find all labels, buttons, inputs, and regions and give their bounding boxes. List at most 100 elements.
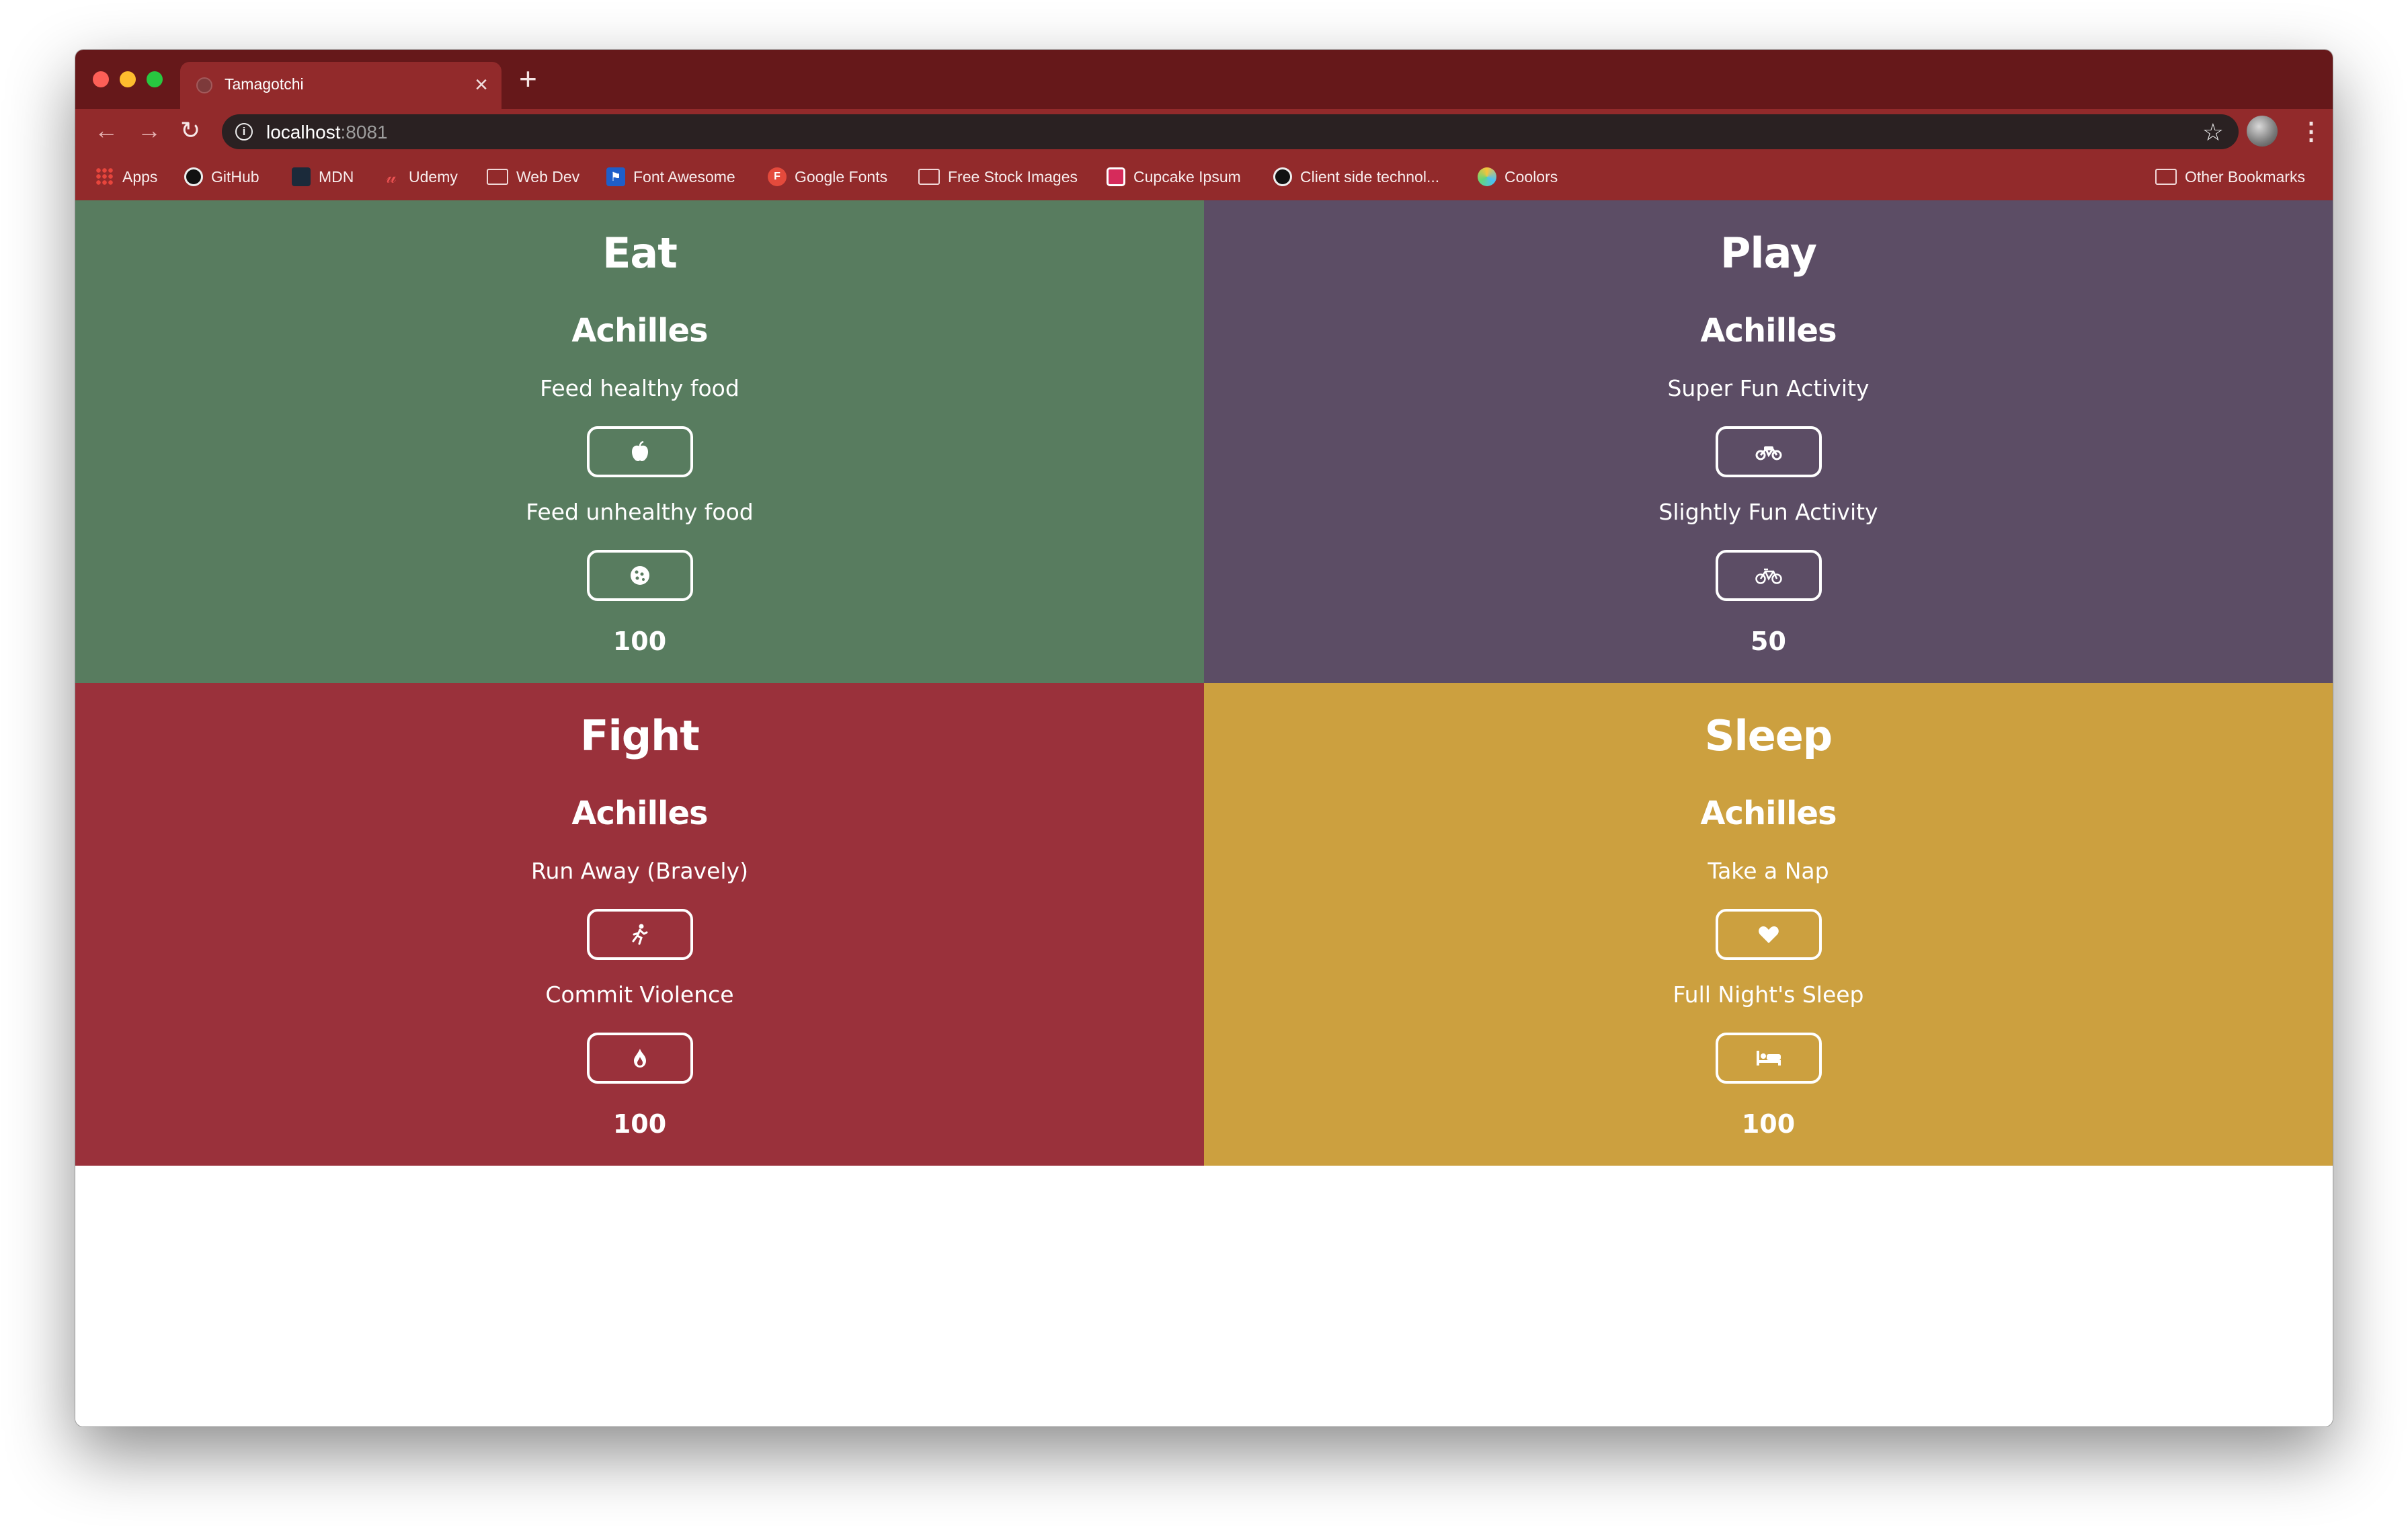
eat-stat-value: 100 (612, 627, 667, 656)
panel-title: Play (1720, 229, 1817, 278)
bookmark-cupcake-ipsum[interactable]: Cupcake Ipsum (1107, 153, 1241, 200)
bookmark-label: Web Dev (516, 167, 580, 186)
full-nights-sleep-button[interactable] (1715, 1033, 1822, 1084)
cupcake-icon (1107, 167, 1125, 186)
minimize-window-button[interactable] (120, 71, 136, 87)
bookmark-udemy[interactable]: 𝓊 Udemy (382, 153, 458, 200)
pet-name: Achilles (1700, 312, 1837, 350)
bookmark-label: Google Fonts (795, 167, 888, 186)
flag-icon: ⚑ (606, 167, 625, 186)
github-icon (184, 167, 203, 186)
github-icon (1273, 167, 1292, 186)
action-label: Commit Violence (545, 981, 734, 1008)
panel-title: Eat (602, 229, 678, 278)
bookmark-web-dev[interactable]: Web Dev (487, 153, 579, 200)
fight-stat-value: 100 (612, 1109, 667, 1139)
panel-title: Fight (580, 711, 700, 760)
bookmark-label: Client side technol... (1300, 167, 1440, 186)
browser-window: Tamagotchi × + ← → ↻ i localhost:8081 ☆ … (75, 50, 2333, 1427)
bookmark-google-fonts[interactable]: F Google Fonts (768, 153, 887, 200)
pet-name: Achilles (1700, 795, 1837, 832)
kebab-menu-icon[interactable]: ⋮ (2299, 114, 2323, 148)
play-panel: Play Achilles Super Fun Activity Slightl… (1204, 200, 2333, 683)
bookmark-other[interactable]: Other Bookmarks (2155, 153, 2305, 200)
action-label: Feed healthy food (540, 375, 739, 401)
action-label: Super Fun Activity (1667, 375, 1870, 401)
bookmark-client-side[interactable]: Client side technol... (1273, 153, 1439, 200)
bookmark-apps[interactable]: Apps (95, 153, 157, 200)
fire-icon (633, 1049, 646, 1068)
udemy-icon: 𝓊 (386, 167, 397, 187)
bookmark-label: GitHub (211, 167, 259, 186)
bicycle-icon (1755, 568, 1782, 584)
reload-icon[interactable]: ↻ (180, 113, 200, 148)
eat-panel: Eat Achilles Feed healthy food Feed unhe… (75, 200, 1204, 683)
feed-healthy-button[interactable] (586, 426, 693, 477)
bookmarks-bar: Apps GitHub MDN 𝓊 Udemy Web Dev ⚑ Font A… (75, 153, 2333, 202)
cookie-icon (630, 566, 649, 585)
pet-name: Achilles (571, 312, 708, 350)
browser-toolbar: ← → ↻ i localhost:8081 ☆ ⋮ (75, 109, 2333, 153)
action-label: Take a Nap (1708, 858, 1829, 884)
profile-avatar[interactable] (2247, 116, 2278, 147)
play-stat-value: 50 (1751, 627, 1786, 656)
tab-close-icon[interactable]: × (475, 73, 488, 97)
page-content: Eat Achilles Feed healthy food Feed unhe… (75, 200, 2333, 1427)
running-icon (632, 924, 647, 945)
coolors-icon (1478, 167, 1496, 186)
action-label: Full Night's Sleep (1673, 981, 1864, 1008)
super-fun-activity-button[interactable] (1715, 426, 1822, 477)
address-bar[interactable]: i localhost:8081 ☆ (222, 114, 2239, 149)
back-arrow-icon[interactable]: ← (94, 113, 118, 148)
bookmark-github[interactable]: GitHub (184, 153, 259, 200)
close-window-button[interactable] (93, 71, 109, 87)
bookmark-mdn[interactable]: MDN (292, 153, 354, 200)
bookmark-label: Font Awesome (633, 167, 735, 186)
forward-arrow-icon[interactable]: → (137, 113, 161, 148)
slightly-fun-activity-button[interactable] (1715, 550, 1822, 601)
bookmark-label: Coolors (1504, 167, 1558, 186)
favicon-icon (196, 77, 212, 93)
bookmark-label: MDN (319, 167, 354, 186)
bookmark-label: Free Stock Images (948, 167, 1078, 186)
google-fonts-icon: F (768, 167, 787, 186)
commit-violence-button[interactable] (586, 1033, 693, 1084)
url-text[interactable]: localhost:8081 (266, 122, 388, 143)
panel-title: Sleep (1704, 711, 1833, 760)
sleep-stat-value: 100 (1741, 1109, 1796, 1139)
run-away-button[interactable] (586, 909, 693, 960)
title-bar: Tamagotchi × + (75, 50, 2333, 109)
url-host: localhost (266, 122, 341, 143)
new-tab-button[interactable]: + (519, 63, 537, 94)
panel-grid: Eat Achilles Feed healthy food Feed unhe… (75, 200, 2333, 1166)
tab-title: Tamagotchi (225, 75, 304, 93)
apple-icon (631, 441, 648, 461)
bed-icon (1756, 1051, 1781, 1066)
pet-name: Achilles (571, 795, 708, 832)
mdn-icon (292, 167, 311, 186)
folder-icon (918, 169, 940, 185)
fight-panel: Fight Achilles Run Away (Bravely) Commit… (75, 683, 1204, 1166)
folder-icon (2155, 169, 2177, 185)
bookmark-label: Udemy (409, 167, 458, 186)
bookmark-coolors[interactable]: Coolors (1478, 153, 1558, 200)
motorcycle-icon (1755, 446, 1781, 460)
folder-icon (487, 169, 508, 185)
bookmark-label: Other Bookmarks (2185, 167, 2305, 186)
maximize-window-button[interactable] (147, 71, 163, 87)
bookmark-font-awesome[interactable]: ⚑ Font Awesome (606, 153, 735, 200)
action-label: Slightly Fun Activity (1658, 499, 1878, 525)
bookmark-star-icon[interactable]: ☆ (2202, 118, 2224, 147)
info-icon[interactable]: i (235, 123, 253, 140)
action-label: Feed unhealthy food (526, 499, 754, 525)
sleep-panel: Sleep Achilles Take a Nap Full Night's S… (1204, 683, 2333, 1166)
bookmark-label: Cupcake Ipsum (1133, 167, 1241, 186)
bookmark-free-stock-images[interactable]: Free Stock Images (918, 153, 1078, 200)
feed-unhealthy-button[interactable] (586, 550, 693, 601)
heart-icon (1758, 926, 1779, 943)
apps-grid-icon (95, 167, 114, 186)
browser-tab[interactable]: Tamagotchi × (180, 62, 501, 109)
take-a-nap-button[interactable] (1715, 909, 1822, 960)
action-label: Run Away (Bravely) (531, 858, 748, 884)
bookmark-label: Apps (122, 167, 158, 186)
